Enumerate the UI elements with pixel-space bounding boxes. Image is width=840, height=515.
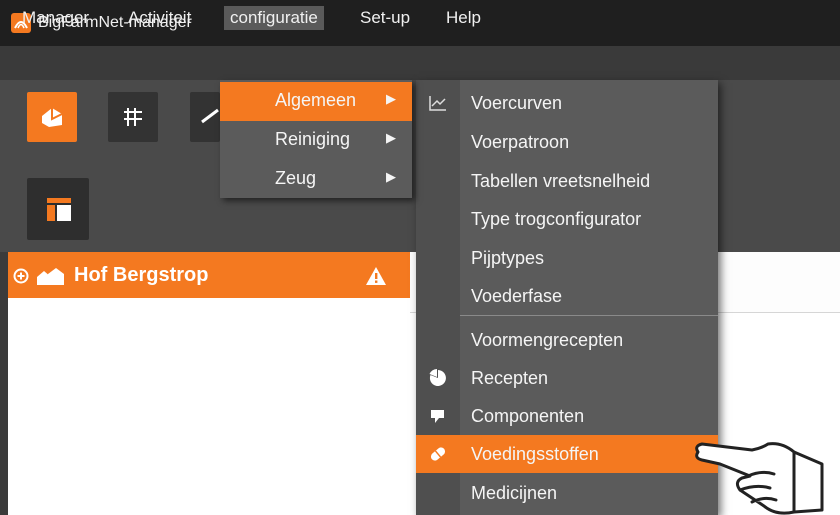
submenu-item-recepten[interactable]: Recepten xyxy=(416,359,718,397)
submenu-item-voercurven[interactable]: Voercurven xyxy=(416,84,718,122)
submenu-arrow-icon: ▶ xyxy=(386,91,396,106)
menu-bar xyxy=(0,46,840,80)
config-item-reiniging[interactable]: Reiniging ▶ xyxy=(220,121,412,160)
submenu-item-voerpatroon[interactable]: Voerpatroon xyxy=(416,123,718,161)
table-view-button[interactable] xyxy=(108,92,158,142)
farm-header[interactable] xyxy=(8,252,410,298)
submenu-item-voormengrecepten[interactable]: Voormengrecepten xyxy=(416,321,718,359)
submenu-item-type-trogconfigurator[interactable]: Type trogconfigurator xyxy=(416,200,718,238)
submenu-item-voedingsstoffen[interactable]: Voedingsstoffen xyxy=(416,435,718,473)
pie-chart-icon xyxy=(429,368,446,386)
submenu-item-label: Voederfase xyxy=(471,286,563,306)
config-item-zeug[interactable]: Zeug ▶ xyxy=(220,160,412,199)
submenu-item-label: Voerpatroon xyxy=(471,132,570,152)
menu-manager[interactable]: Manager xyxy=(16,6,95,30)
submenu-item-componenten[interactable]: Componenten xyxy=(416,397,718,435)
component-icon xyxy=(431,410,444,423)
line-chart-icon xyxy=(429,96,446,111)
submenu-item-label: Tabellen vreetsnelheid xyxy=(471,171,651,191)
grid-table-icon xyxy=(124,108,142,126)
submenu-item-label: Medicijnen xyxy=(471,483,558,503)
farm-overview-button[interactable] xyxy=(27,92,77,142)
barn-icon xyxy=(37,268,64,285)
submenu-item-medicijnen[interactable]: Medicijnen xyxy=(416,474,718,512)
pointing-hand-icon xyxy=(695,442,824,515)
menu-configuratie[interactable]: configuratie xyxy=(224,6,324,30)
config-item-algemeen[interactable]: Algemeen ▶ xyxy=(220,82,412,121)
submenu-item-label: Voercurven xyxy=(471,93,563,113)
submenu-item-label: Componenten xyxy=(471,406,585,426)
layout-panel-icon xyxy=(47,198,71,221)
chart-button[interactable] xyxy=(190,92,220,142)
menu-help[interactable]: Help xyxy=(440,6,487,30)
submenu-item-voederfase[interactable]: Voederfase xyxy=(416,277,718,315)
submenu-item-label: Recepten xyxy=(471,368,549,388)
warning-triangle-icon[interactable] xyxy=(365,266,387,286)
config-item-label: Zeug xyxy=(275,168,317,188)
submenu-item-label: Voedingsstoffen xyxy=(471,444,599,464)
farm-building-icon xyxy=(42,108,63,127)
chart-icon xyxy=(201,108,219,124)
menu-set-up[interactable]: Set-up xyxy=(354,6,416,30)
submenu-arrow-icon: ▶ xyxy=(386,169,396,184)
submenu-item-label: Voormengrecepten xyxy=(471,330,624,350)
submenu-item-label: Pijptypes xyxy=(471,248,545,268)
submenu-divider xyxy=(460,315,718,316)
farm-name[interactable]: Hof Bergstrop xyxy=(74,264,208,287)
config-item-label: Reiniging xyxy=(275,129,351,149)
config-item-label: Algemeen xyxy=(275,90,357,110)
submenu-item-pijptypes[interactable]: Pijptypes xyxy=(416,239,718,277)
expand-plus-icon[interactable] xyxy=(13,268,29,284)
submenu-item-label: Type trogconfigurator xyxy=(471,209,642,229)
submenu-item-tabellen-vreetsnelheid[interactable]: Tabellen vreetsnelheid xyxy=(416,162,718,200)
menu-activiteit[interactable]: Activiteit xyxy=(122,6,197,30)
submenu-arrow-icon: ▶ xyxy=(386,130,396,145)
capsule-icon xyxy=(430,447,446,461)
layout-button[interactable] xyxy=(27,178,89,240)
